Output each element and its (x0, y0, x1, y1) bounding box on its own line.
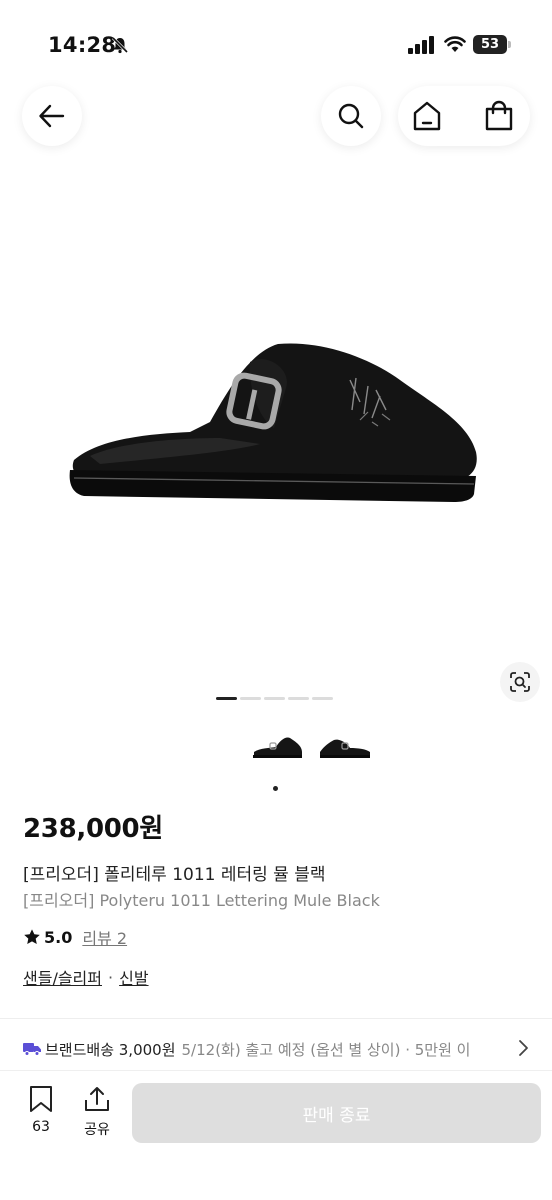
bell-muted-icon (111, 36, 129, 54)
home-icon[interactable] (410, 99, 444, 133)
gallery-dot[interactable] (312, 697, 333, 700)
battery-indicator: 53 (473, 35, 511, 54)
chevron-right-icon[interactable] (516, 1039, 530, 1057)
category-link-sandals[interactable]: 샌들/슬리퍼 (23, 965, 102, 989)
search-button[interactable] (321, 86, 381, 146)
wifi-icon (444, 36, 466, 52)
category-link-shoes[interactable]: 신발 (119, 965, 148, 989)
bottom-action-bar: 63 공유 판매 종료 (0, 1070, 552, 1200)
signal-icon (408, 36, 434, 54)
shipping-schedule: 5/12(화) 출고 예정 (옵션 별 상이) · 5만원 이 (181, 1040, 471, 1059)
visual-search-button[interactable] (500, 662, 540, 702)
gallery-pagination (216, 697, 336, 700)
gallery-dot[interactable] (264, 697, 285, 700)
category-breadcrumb: 샌들/슬리퍼 · 신발 (23, 965, 149, 989)
gallery-dot[interactable] (240, 697, 261, 700)
product-name-english: [프리오더] Polyteru 1011 Lettering Mule Blac… (23, 891, 380, 910)
truck-icon (23, 1043, 41, 1056)
shopping-bag-icon[interactable] (482, 99, 516, 133)
share-icon (85, 1087, 109, 1111)
review-link[interactable]: 리뷰 2 (82, 925, 127, 949)
gallery-dot[interactable] (216, 697, 237, 700)
sold-out-button[interactable]: 판매 종료 (132, 1083, 541, 1143)
visual-search-icon (510, 672, 530, 692)
star-icon (24, 929, 40, 945)
share-button[interactable]: 공유 (80, 1085, 114, 1139)
bookmark-icon (30, 1086, 52, 1112)
thumbnail-1[interactable] (250, 730, 304, 764)
product-price: 238,000원 (23, 814, 163, 844)
bookmark-count: 63 (32, 1119, 50, 1135)
rating-row: 5.0 리뷰 2 (23, 925, 127, 949)
bookmark-button[interactable]: 63 (26, 1085, 56, 1135)
battery-level: 53 (480, 37, 500, 52)
nav-pill (398, 86, 530, 146)
share-label: 공유 (84, 1122, 110, 1138)
gallery-dot[interactable] (288, 697, 309, 700)
arrow-left-icon (39, 104, 65, 128)
thumbnail-page-indicator (273, 786, 278, 791)
back-button[interactable] (22, 86, 82, 146)
product-image[interactable] (60, 330, 490, 520)
rating-score: 5.0 (44, 927, 73, 947)
divider (0, 1018, 552, 1019)
search-icon (338, 103, 364, 129)
product-name: [프리오더] 폴리테루 1011 레터링 뮬 블랙 (23, 865, 326, 885)
shipping-info-row[interactable]: 브랜드배송 3,000원 5/12(화) 출고 예정 (옵션 별 상이) · 5… (23, 1037, 543, 1061)
clock: 14:28 (48, 33, 117, 57)
thumbnail-strip (248, 730, 372, 766)
thumbnail-2[interactable] (318, 730, 372, 764)
category-separator: · (108, 967, 114, 987)
shipping-fee: 브랜드배송 3,000원 (45, 1040, 176, 1059)
status-bar: 14:28 53 (0, 0, 552, 92)
